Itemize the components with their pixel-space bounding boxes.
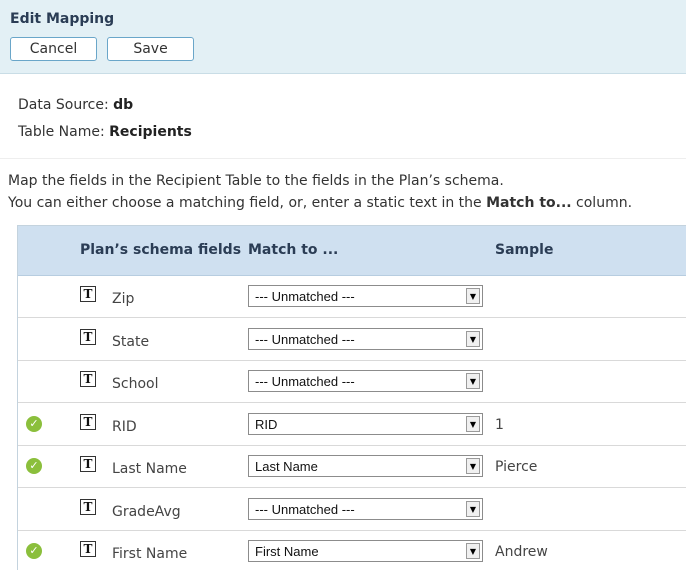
schema-field-name: First Name [112,546,188,562]
save-button[interactable]: Save [107,37,194,61]
column-header-sample: Sample [495,242,554,258]
dropdown-arrow-icon[interactable]: ▼ [466,500,480,517]
dropdown-arrow-icon[interactable]: ▼ [466,288,480,304]
dropdown-arrow-icon[interactable]: ▼ [466,458,480,474]
match-to-select[interactable]: Last Name ▼ [248,455,483,477]
table-row: T Zip --- Unmatched --- ▼ [18,275,686,318]
divider [0,158,686,159]
text-type-icon: T [80,456,96,472]
schema-field-name: RID [112,418,137,435]
table-row: ✓ T Last Name Last Name ▼ Pierce [18,445,686,488]
grid-header: Plan’s schema fields Match to ... Sample [18,226,686,276]
sample-value: Andrew [495,544,548,560]
check-icon: ✓ [26,458,42,474]
text-type-icon: T [80,541,96,557]
table-row: ✓ T First Name First Name ▼ Andrew [18,530,686,570]
table-row: ✓ T RID RID ▼ 1 [18,403,686,446]
table-row: T GradeAvg --- Unmatched --- ▼ [18,488,686,531]
match-to-value: --- Unmatched --- [255,501,355,517]
match-to-value: --- Unmatched --- [255,331,355,347]
cancel-button[interactable]: Cancel [10,37,97,61]
text-type-icon: T [80,498,96,515]
match-to-select[interactable]: RID ▼ [248,412,483,435]
match-to-value: --- Unmatched --- [255,374,355,389]
text-type-icon: T [80,413,96,430]
schema-field-name: Last Name [112,461,187,477]
match-to-value: First Name [255,544,319,559]
text-type-icon: T [80,371,96,387]
description-suffix: column. [576,195,633,211]
data-source-label: Data Source: [18,97,109,113]
table-name-info: Table Name: Recipients [18,124,192,140]
text-type-icon: T [80,328,96,345]
description-line-2: You can either choose a matching field, … [8,195,632,211]
text-type-icon: T [80,286,96,302]
schema-field-name: GradeAvg [112,503,181,520]
table-name-label: Table Name: [18,124,105,140]
column-header-match: Match to ... [248,242,339,258]
page-title: Edit Mapping [10,11,115,27]
match-to-value: RID [255,416,278,432]
sample-value: 1 [495,416,504,433]
match-to-select[interactable]: --- Unmatched --- ▼ [248,370,483,392]
toolbar: Edit Mapping Cancel Save [0,0,686,74]
dropdown-arrow-icon[interactable]: ▼ [466,330,480,347]
column-header-fields: Plan’s schema fields [80,242,242,258]
description-text: You can either choose a matching field, … [8,195,482,211]
match-to-value: Last Name [255,459,318,474]
match-to-select[interactable]: --- Unmatched --- ▼ [248,327,483,350]
match-to-select[interactable]: --- Unmatched --- ▼ [248,285,483,307]
dropdown-arrow-icon[interactable]: ▼ [466,543,480,559]
check-icon: ✓ [26,543,42,559]
description-line-1: Map the fields in the Recipient Table to… [8,173,504,189]
dropdown-arrow-icon[interactable]: ▼ [466,373,480,389]
table-row: T State --- Unmatched --- ▼ [18,318,686,361]
data-source-info: Data Source: db [18,97,133,113]
mapping-grid: Plan’s schema fields Match to ... Sample… [17,225,686,570]
schema-field-name: School [112,376,159,392]
sample-value: Pierce [495,459,538,475]
data-source-value: db [113,97,134,113]
schema-field-name: Zip [112,291,135,307]
dropdown-arrow-icon[interactable]: ▼ [466,415,480,432]
match-to-select[interactable]: First Name ▼ [248,540,483,562]
description-bold: Match to... [486,195,572,211]
schema-field-name: State [112,333,150,350]
check-icon: ✓ [26,415,42,432]
table-name-value: Recipients [109,124,192,140]
match-to-value: --- Unmatched --- [255,289,355,304]
table-row: T School --- Unmatched --- ▼ [18,360,686,403]
match-to-select[interactable]: --- Unmatched --- ▼ [248,497,483,520]
